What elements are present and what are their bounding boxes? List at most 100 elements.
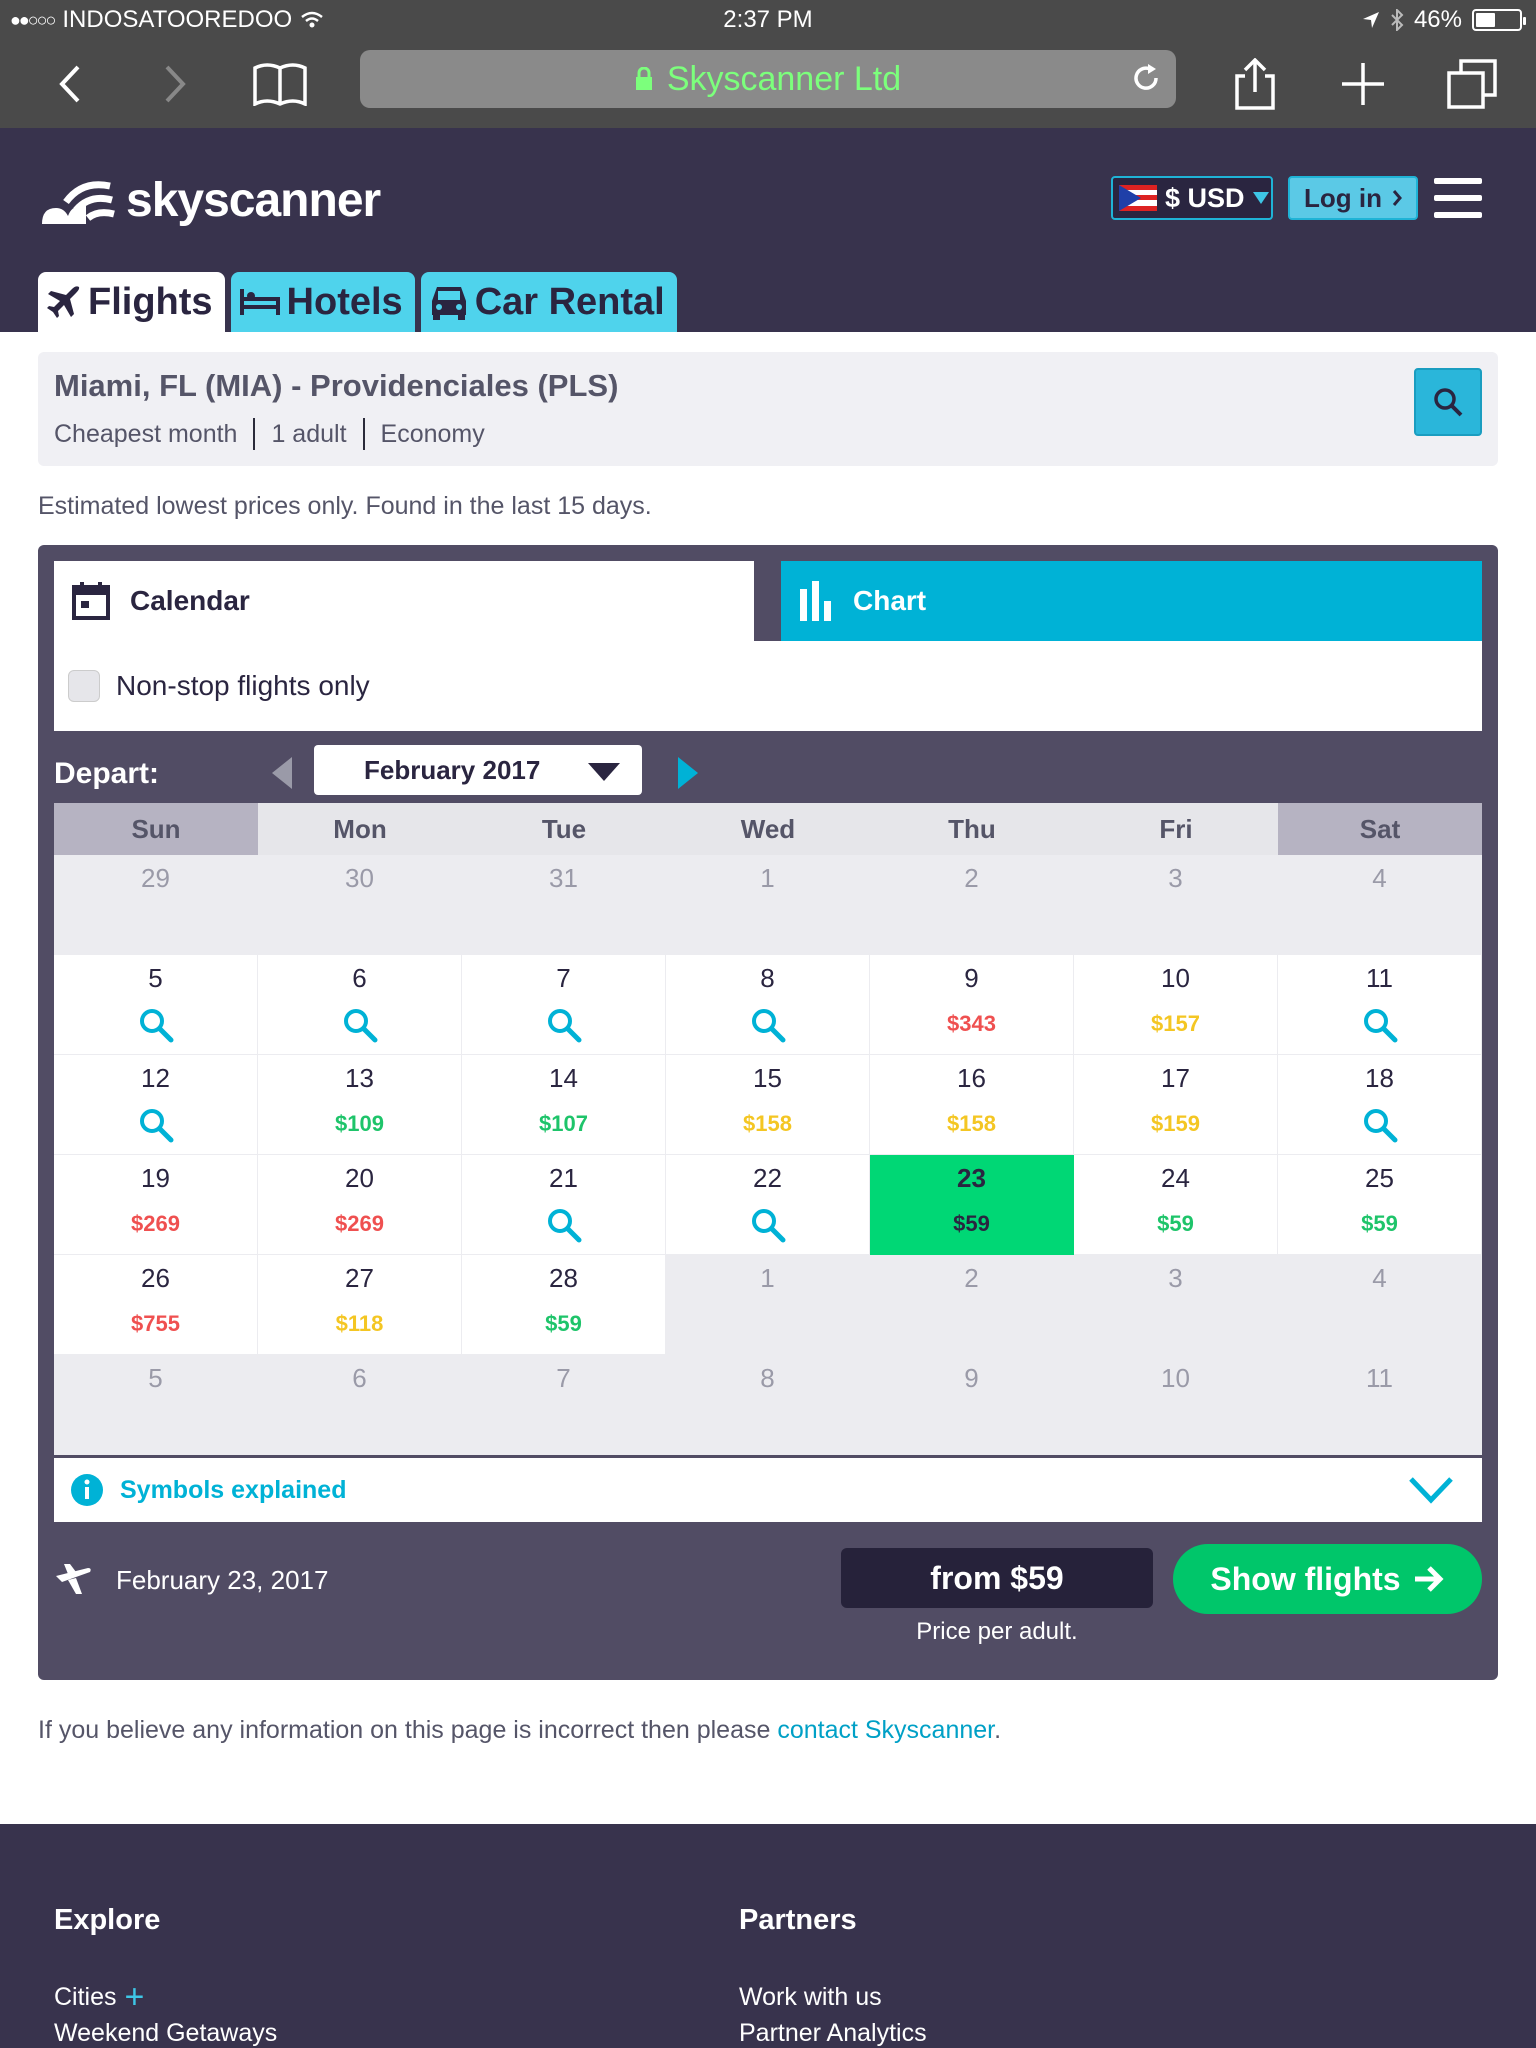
contact-skyscanner-link[interactable]: contact Skyscanner — [777, 1716, 994, 1744]
search-icon[interactable] — [1362, 1107, 1398, 1148]
calendar-day[interactable]: 18 — [1278, 1055, 1482, 1155]
login-button[interactable]: Log in — [1288, 176, 1418, 220]
address-bar[interactable]: Skyscanner Ltd — [360, 50, 1176, 108]
selected-date-line: February 23, 2017 — [54, 1562, 328, 1598]
back-button[interactable] — [40, 54, 100, 114]
search-icon[interactable] — [750, 1207, 786, 1248]
tab-calendar[interactable]: Calendar — [54, 561, 754, 641]
calendar-day[interactable]: 21 — [462, 1155, 666, 1255]
day-price: $159 — [1151, 1111, 1200, 1136]
calendar-day[interactable]: 12 — [54, 1055, 258, 1155]
calendar-day: 2 — [870, 1255, 1074, 1355]
search-icon[interactable] — [750, 1007, 786, 1048]
day-number: 22 — [753, 1163, 782, 1193]
day-number: 9 — [964, 1363, 979, 1393]
calendar-day[interactable]: 25 $59 — [1278, 1155, 1482, 1255]
day-number: 7 — [556, 1363, 571, 1393]
calendar-day[interactable]: 6 — [258, 955, 462, 1055]
tab-hotels[interactable]: Hotels — [230, 272, 415, 332]
calendar-day[interactable]: 14 $107 — [462, 1055, 666, 1155]
search-icon[interactable] — [342, 1007, 378, 1048]
calendar-weeks: 29 30 31 1 2 3 4 5 6 7 8 9 $343 10 $157 11 12 13 $109 14 $10… — [54, 855, 1482, 1455]
day-number: 3 — [1168, 863, 1183, 893]
calendar-day[interactable]: 24 $59 — [1074, 1155, 1278, 1255]
calendar-day[interactable]: 17 $159 — [1074, 1055, 1278, 1155]
search-icon[interactable] — [546, 1207, 582, 1248]
show-flights-button[interactable]: Show flights — [1173, 1544, 1482, 1614]
search-icon[interactable] — [138, 1107, 174, 1148]
calendar-day[interactable]: 8 — [666, 955, 870, 1055]
day-number: 10 — [1161, 1363, 1190, 1393]
calendar-day[interactable]: 28 $59 — [462, 1255, 666, 1355]
symbols-explained-toggle[interactable]: Symbols explained — [54, 1458, 1482, 1522]
calendar-day[interactable]: 10 $157 — [1074, 955, 1278, 1055]
calendar-day[interactable]: 27 $118 — [258, 1255, 462, 1355]
tab-label: Chart — [853, 585, 927, 616]
puerto-rico-flag-icon — [1119, 185, 1157, 211]
calendar-day[interactable]: 9 $343 — [870, 955, 1074, 1055]
footer-link-weekend-getaways[interactable]: Weekend Getaways — [54, 2015, 277, 2048]
calendar-day: 2 — [870, 855, 1074, 955]
search-summary[interactable]: Miami, FL (MIA) - Providenciales (PLS) C… — [38, 352, 1498, 466]
calendar-day[interactable]: 5 — [54, 955, 258, 1055]
reload-icon[interactable] — [1130, 62, 1162, 94]
footer-link-cities[interactable]: Cities + — [54, 1979, 277, 2015]
tabs-button[interactable] — [1442, 54, 1502, 114]
nonstop-filter[interactable]: Non-stop flights only — [54, 641, 1482, 731]
incorrect-end: . — [994, 1716, 1002, 1744]
tab-flights[interactable]: Flights — [38, 272, 225, 332]
new-tab-button[interactable] — [1333, 54, 1393, 114]
calendar-day[interactable]: 16 $158 — [870, 1055, 1074, 1155]
footer-link-partner-analytics[interactable]: Partner Analytics — [739, 2015, 927, 2048]
calendar-day[interactable]: 20 $269 — [258, 1155, 462, 1255]
incorrect-info-note: If you believe any information on this p… — [38, 1716, 1001, 1745]
forward-button[interactable] — [145, 54, 205, 114]
calendar-day[interactable]: 7 — [462, 955, 666, 1055]
edit-search-button[interactable] — [1414, 368, 1482, 436]
day-number: 6 — [352, 963, 367, 993]
day-number: 13 — [345, 1063, 374, 1093]
search-icon[interactable] — [1362, 1007, 1398, 1048]
day-number: 5 — [148, 963, 163, 993]
tab-chart[interactable]: Chart — [781, 561, 1482, 641]
bookmarks-button[interactable] — [250, 54, 310, 114]
day-number: 19 — [141, 1163, 170, 1193]
day-number: 17 — [1161, 1063, 1190, 1093]
day-number: 23 — [957, 1163, 986, 1193]
prev-month-arrow-icon[interactable] — [272, 757, 292, 789]
calendar-day[interactable]: 15 $158 — [666, 1055, 870, 1155]
calendar-day[interactable]: 22 — [666, 1155, 870, 1255]
day-number: 10 — [1161, 963, 1190, 993]
search-icon[interactable] — [546, 1007, 582, 1048]
calendar-day[interactable]: 13 $109 — [258, 1055, 462, 1155]
search-icon — [1434, 388, 1463, 417]
site-header: skyscanner $ USD Log in Flights Hotels C… — [0, 128, 1536, 332]
search-icon[interactable] — [138, 1007, 174, 1048]
menu-icon[interactable] — [1434, 178, 1482, 218]
footer-link-work-with-us[interactable]: Work with us — [739, 1979, 927, 2015]
calendar-day[interactable]: 19 $269 — [54, 1155, 258, 1255]
divider — [253, 418, 256, 450]
calendar-day: 4 — [1278, 855, 1482, 955]
footer-partners: Partners Work with us Partner Analytics — [739, 1904, 927, 2048]
weekday-label: Thu — [870, 803, 1074, 855]
plus-icon[interactable]: + — [125, 1980, 145, 2014]
nonstop-checkbox[interactable] — [68, 670, 100, 702]
tab-car-rental[interactable]: Car Rental — [420, 272, 677, 332]
share-button[interactable] — [1225, 54, 1285, 114]
next-month-arrow-icon[interactable] — [678, 757, 698, 789]
calendar-day: 7 — [462, 1355, 666, 1455]
month-select[interactable]: February 2017 — [314, 745, 642, 795]
calendar-day-selected[interactable]: 23 $59 — [870, 1155, 1074, 1255]
currency-selector[interactable]: $ USD — [1111, 176, 1273, 220]
plus-icon — [1342, 63, 1384, 105]
incorrect-text: If you believe any information on this p… — [38, 1716, 778, 1744]
calendar-day[interactable]: 26 $755 — [54, 1255, 258, 1355]
tab-label: Car Rental — [474, 280, 665, 323]
calendar-day: 4 — [1278, 1255, 1482, 1355]
skyscanner-logo[interactable]: skyscanner — [36, 172, 381, 228]
selection-summary: February 23, 2017 from $59 Price per adu… — [54, 1540, 1482, 1660]
calendar-week-row: 5 6 7 8 9 $343 10 $157 11 — [54, 955, 1482, 1055]
footer-partners-title: Partners — [739, 1904, 857, 1936]
calendar-day[interactable]: 11 — [1278, 955, 1482, 1055]
